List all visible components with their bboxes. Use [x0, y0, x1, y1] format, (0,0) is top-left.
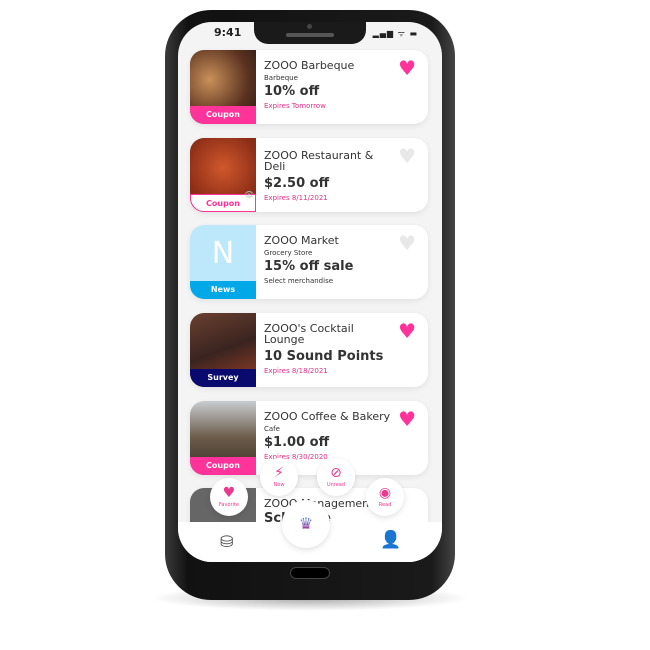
status-indicators: ▂▄▆ ᯤ ▬	[372, 29, 418, 38]
offer-deal: 10 Sound Points	[264, 349, 384, 364]
home-logo-button[interactable]: ♛	[282, 500, 330, 548]
eye-icon: 👁	[244, 190, 255, 199]
filter-new-button[interactable]: ⚡ New	[260, 458, 298, 496]
phone-speaker	[290, 567, 330, 579]
filter-read-button[interactable]: ◉ Read	[366, 478, 404, 516]
brand-logo-icon: ♛	[298, 514, 314, 533]
heart-icon: ♥	[222, 485, 236, 501]
offer-name: ZOOO's Cocktail Lounge	[264, 322, 354, 346]
offer-name: ZOOO Market	[264, 234, 339, 247]
heart-icon[interactable]: ♥	[398, 321, 416, 341]
offer-card[interactable]: Coupon ZOOO Barbeque Barbeque 10% off Ex…	[190, 50, 428, 124]
user-icon[interactable]: 👤	[380, 530, 401, 550]
eye-slash-icon: ⊘	[330, 465, 342, 481]
offer-deal: 15% off sale	[264, 259, 354, 274]
offer-deal: 10% off	[264, 84, 320, 99]
offer-expires: Expires 8/18/2021	[264, 367, 328, 375]
filter-favorite-button[interactable]: ♥ Favorite	[210, 478, 248, 516]
lightning-icon: ⚡	[274, 465, 284, 481]
heart-icon[interactable]: ♥	[398, 146, 416, 166]
offer-card[interactable]: N News ZOOO Market Grocery Store 15% off…	[190, 225, 428, 299]
offer-name: ZOOO Coffee & Bakery	[264, 410, 391, 423]
offer-category: Barbeque	[264, 74, 298, 82]
offer-expires: Expires Tomorrow	[264, 102, 326, 110]
heart-icon[interactable]: ♥	[398, 233, 416, 253]
offer-detail: Select merchandise	[264, 277, 334, 285]
offer-type-tag: Coupon	[190, 457, 256, 475]
status-time: 9:41	[214, 26, 242, 39]
eye-icon: ◉	[378, 485, 392, 501]
offer-deal: $1.00 off	[264, 435, 330, 450]
notch	[254, 22, 366, 44]
offer-type-tag: Coupon	[190, 106, 256, 124]
offer-deal: $2.50 off	[264, 176, 330, 191]
heart-icon[interactable]: ♥	[398, 58, 416, 78]
filter-unread-button[interactable]: ⊘ Unread	[317, 458, 355, 496]
offer-card[interactable]: Coupon ZOOO Coffee & Bakery Cafe $1.00 o…	[190, 401, 428, 475]
offer-name: ZOOO Barbeque	[264, 59, 355, 72]
heart-icon[interactable]: ♥	[398, 409, 416, 429]
offer-name: ZOOO Restaurant & Deli	[264, 149, 374, 173]
offer-category: Cafe	[264, 425, 280, 433]
app-screen: 9:41 ▂▄▆ ᯤ ▬ Coupon ZOOO Barbeque Barbeq…	[178, 22, 442, 562]
offer-expires: Expires 8/11/2021	[264, 194, 328, 202]
offer-type-tag: Survey	[190, 369, 256, 387]
offer-card[interactable]: Coupon 👁 ZOOO Restaurant & Deli $2.50 of…	[190, 138, 428, 212]
offer-type-tag: News	[190, 281, 256, 299]
offer-category: Grocery Store	[264, 249, 313, 257]
offer-card[interactable]: Survey ZOOO's Cocktail Lounge 10 Sound P…	[190, 313, 428, 387]
coins-icon[interactable]: ⛁	[220, 532, 233, 551]
